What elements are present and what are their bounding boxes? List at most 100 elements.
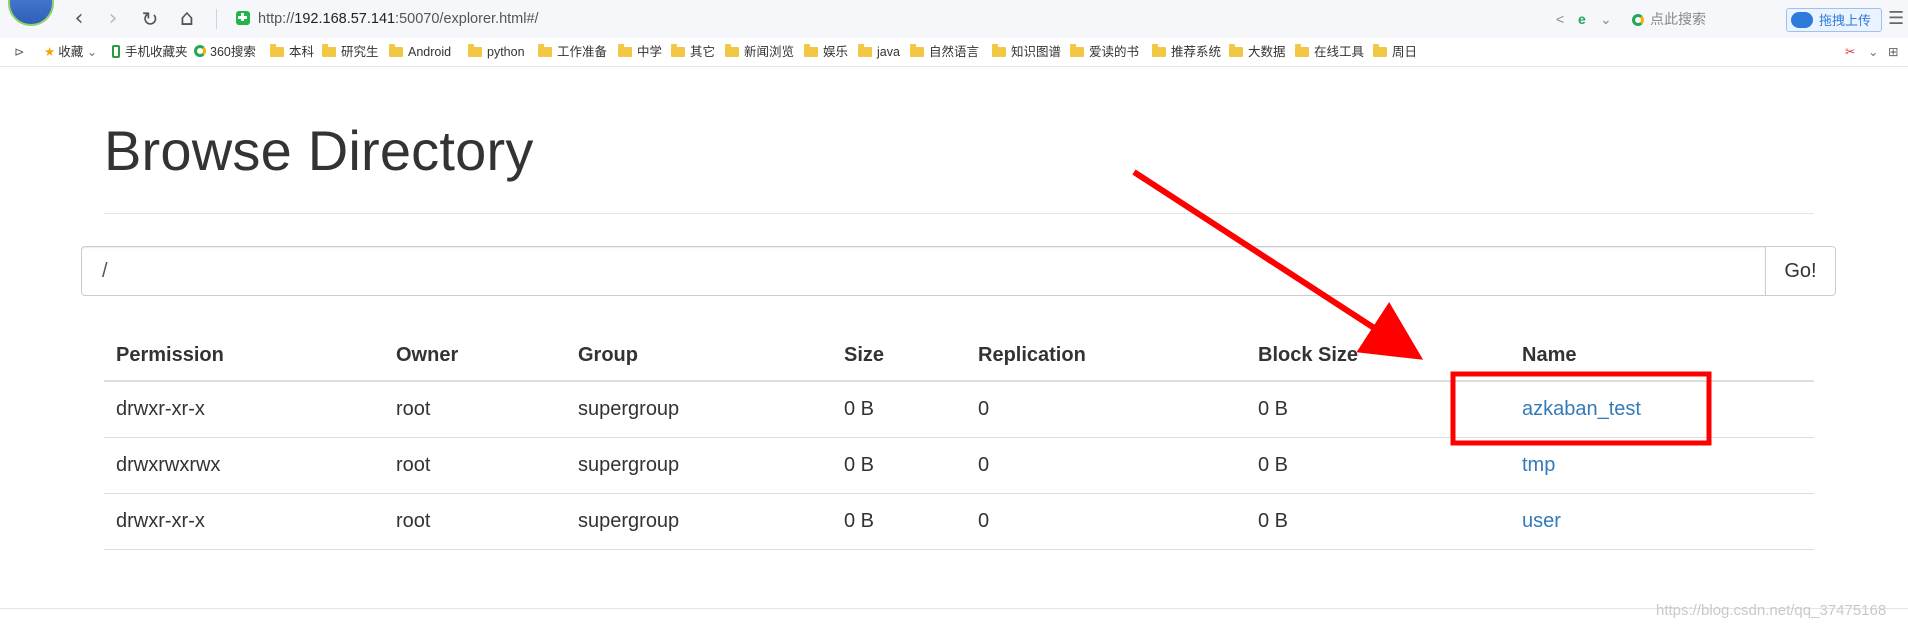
bookmark-label: 本科 <box>289 45 315 59</box>
bookmark-item[interactable]: 新闻浏览 <box>725 38 794 66</box>
group-cell: supergroup <box>566 437 832 494</box>
folder-icon <box>538 44 552 57</box>
dir-link-user[interactable]: user <box>1522 510 1561 532</box>
sidebar-toggle-icon[interactable]: ⊳ <box>14 38 24 66</box>
page-title: Browse Directory <box>104 119 534 182</box>
bookmark-item[interactable]: 推荐系统 <box>1152 38 1221 66</box>
column-header[interactable]: Block Size <box>1246 330 1510 382</box>
reload-button[interactable]: ↻ <box>137 6 163 32</box>
bookmark-label: 娱乐 <box>823 45 849 59</box>
name-cell: user <box>1510 493 1814 550</box>
bookmark-item[interactable]: 自然语言 <box>910 38 979 66</box>
column-header[interactable]: Size <box>832 330 966 382</box>
bookmark-item[interactable]: java <box>858 38 900 66</box>
owner-cell: root <box>384 381 566 438</box>
ie-mode-icon[interactable]: e <box>1578 8 1586 30</box>
title-divider <box>104 213 1814 214</box>
bookmark-item[interactable]: 爱读的书 <box>1070 38 1139 66</box>
bookmark-label: 推荐系统 <box>1171 45 1222 59</box>
home-button[interactable]: ⌂ <box>174 6 200 32</box>
scissors-icon[interactable]: ✂ <box>1845 38 1855 66</box>
bookmark-item[interactable]: 周日 <box>1373 38 1417 66</box>
column-header[interactable]: Owner <box>384 330 566 382</box>
bookmark-label: Android <box>408 45 452 59</box>
replication-cell: 0 <box>966 437 1246 494</box>
browser-toolbar: ‹ › ↻ ⌂ http://192.168.57.141:50070/expl… <box>0 0 1908 39</box>
bookmark-label: 在线工具 <box>1314 45 1365 59</box>
bookmark-item[interactable]: 研究生 <box>322 38 379 66</box>
bookmark-item[interactable]: Android <box>389 38 451 66</box>
bookmark-item[interactable]: ★ 收藏 ⌄ <box>44 38 97 66</box>
forward-button[interactable]: › <box>100 6 126 32</box>
search-engine-icon <box>1632 14 1644 26</box>
column-header[interactable]: Name <box>1510 330 1814 382</box>
watermark: https://blog.csdn.net/qq_37475168 <box>1656 602 1887 619</box>
bookmark-label: 爱读的书 <box>1089 45 1140 59</box>
dir-link-azkaban-test[interactable]: azkaban_test <box>1522 398 1641 420</box>
column-header[interactable]: Permission <box>104 330 384 382</box>
chevron-down-icon[interactable]: ⌄ <box>1600 8 1612 30</box>
folder-icon <box>1373 44 1387 57</box>
table-row: drwxr-xr-x root supergroup 0 B 0 0 B use… <box>104 493 1814 550</box>
name-cell: tmp <box>1510 437 1814 494</box>
name-cell: azkaban_test <box>1510 381 1814 438</box>
group-cell: supergroup <box>566 381 832 438</box>
path-input[interactable] <box>81 246 1766 296</box>
folder-icon <box>389 44 403 57</box>
grid-icon[interactable]: ⊞ <box>1888 38 1898 66</box>
share-icon[interactable]: < <box>1556 8 1564 30</box>
bookmark-label: 手机收藏夹 <box>125 45 188 59</box>
chevron-down-icon[interactable]: ⌄ <box>1868 38 1878 66</box>
folder-icon <box>725 44 739 57</box>
bookmark-item[interactable]: 大数据 <box>1229 38 1286 66</box>
address-bar[interactable]: http://192.168.57.141:50070/explorer.htm… <box>236 8 1556 30</box>
bookmark-label: 自然语言 <box>929 45 980 59</box>
folder-icon <box>468 44 482 57</box>
browser-logo-icon[interactable] <box>8 0 54 26</box>
directory-table: Permission Owner Group Size Replication … <box>104 330 1814 550</box>
bookmark-label: 收藏 <box>58 45 84 59</box>
bookmark-label: 中学 <box>637 45 663 59</box>
bookmark-item[interactable]: 本科 <box>270 38 314 66</box>
table-row: drwxrwxrwx root supergroup 0 B 0 0 B tmp <box>104 437 1814 494</box>
bookmark-item[interactable]: 中学 <box>618 38 662 66</box>
group-cell: supergroup <box>566 493 832 550</box>
permission-cell: drwxr-xr-x <box>104 381 384 438</box>
bookmark-item[interactable]: 知识图谱 <box>992 38 1061 66</box>
folder-icon <box>1152 44 1166 57</box>
dir-link-tmp[interactable]: tmp <box>1522 454 1555 476</box>
url-path: :50070/explorer.html#/ <box>395 11 539 27</box>
bookmark-label: 大数据 <box>1248 45 1286 59</box>
back-button[interactable]: ‹ <box>66 6 92 32</box>
folder-icon <box>804 44 818 57</box>
bookmark-item[interactable]: python <box>468 38 525 66</box>
column-header[interactable]: Group <box>566 330 832 382</box>
go-button[interactable]: Go! <box>1765 246 1836 296</box>
block-size-cell: 0 B <box>1246 493 1510 550</box>
bookmark-item[interactable]: 其它 <box>671 38 715 66</box>
upload-button[interactable]: 拖拽上传 <box>1786 8 1882 32</box>
permission-cell: drwxrwxrwx <box>104 437 384 494</box>
block-size-cell: 0 B <box>1246 437 1510 494</box>
360-icon <box>194 45 206 57</box>
bookmark-label: 研究生 <box>341 45 379 59</box>
bookmark-item[interactable]: 手机收藏夹 <box>112 38 188 66</box>
table-row: drwxr-xr-x root supergroup 0 B 0 0 B azk… <box>104 381 1814 438</box>
bookmark-label: 360搜索 <box>210 45 256 59</box>
toolbar-divider <box>216 9 217 29</box>
folder-icon <box>270 44 284 57</box>
bookmark-item[interactable]: 360搜索 <box>194 38 256 66</box>
phone-icon <box>112 45 120 58</box>
folder-icon <box>671 44 685 57</box>
bookmark-item[interactable]: 娱乐 <box>804 38 848 66</box>
search-input[interactable]: 点此搜索 <box>1632 8 1762 30</box>
bookmark-item[interactable]: 工作准备 <box>538 38 607 66</box>
menu-icon[interactable]: ☰ <box>1888 8 1904 29</box>
folder-icon <box>858 44 872 57</box>
bookmark-label: java <box>877 45 900 59</box>
replication-cell: 0 <box>966 381 1246 438</box>
bookmark-label: 新闻浏览 <box>744 45 795 59</box>
column-header[interactable]: Replication <box>966 330 1246 382</box>
table-header-row: Permission Owner Group Size Replication … <box>104 330 1814 382</box>
bookmark-item[interactable]: 在线工具 <box>1295 38 1364 66</box>
